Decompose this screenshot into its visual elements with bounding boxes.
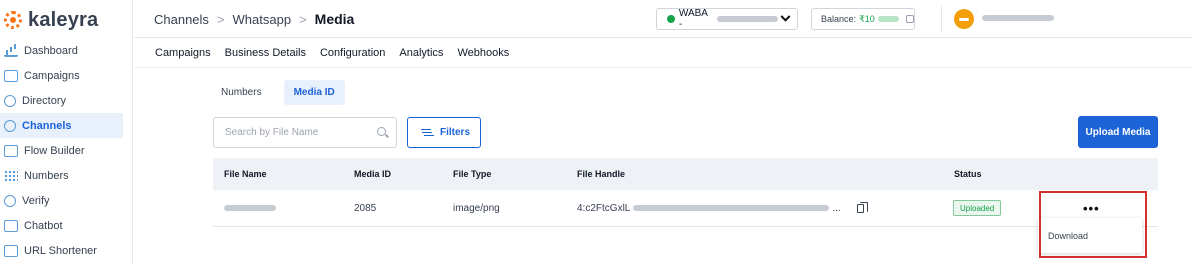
sidebar-item-numbers[interactable]: Numbers	[0, 163, 123, 188]
subnav-configuration[interactable]: Configuration	[320, 47, 385, 59]
search-icon	[377, 127, 386, 136]
column-file-type: File Type	[453, 169, 492, 179]
breadcrumb-separator: >	[216, 11, 225, 27]
breadcrumb-separator: >	[299, 11, 307, 27]
sidebar-item-label: Dashboard	[24, 44, 78, 57]
copy-icon[interactable]	[856, 201, 868, 213]
file-name-cell	[224, 190, 276, 226]
balance-value: ₹10	[859, 13, 875, 24]
redacted-file-handle	[633, 205, 830, 211]
tab-media-id[interactable]: Media ID	[283, 80, 345, 105]
subnav-analytics[interactable]: Analytics	[399, 47, 443, 59]
brand-name: kaleyra	[28, 8, 99, 31]
status-badge: Uploaded	[953, 200, 1002, 216]
redacted-file-name	[224, 205, 276, 211]
tab-numbers[interactable]: Numbers	[211, 80, 272, 105]
chatbot-icon	[4, 219, 18, 232]
dashboard-icon	[4, 45, 18, 57]
filter-icon	[421, 128, 431, 137]
sidebar-nav: Dashboard Campaigns Directory Channels F…	[0, 38, 123, 263]
contact-icon	[4, 94, 16, 107]
header-divider	[941, 6, 942, 32]
avatar[interactable]	[954, 9, 974, 29]
redacted-balance	[877, 16, 900, 22]
link-icon	[4, 244, 18, 257]
table-row: 2085 image/png 4:c2FtcGxlL ... Uploaded …	[213, 190, 1158, 227]
subnav-business-details[interactable]: Business Details	[225, 47, 306, 59]
media-tabs: Numbers Media ID	[211, 80, 345, 105]
subnav-campaigns[interactable]: Campaigns	[155, 47, 211, 59]
breadcrumb-channels[interactable]: Channels	[154, 12, 209, 27]
megaphone-icon	[4, 69, 18, 82]
breadcrumb-whatsapp[interactable]: Whatsapp	[233, 12, 292, 27]
redacted-username[interactable]	[982, 15, 1054, 21]
sidebar-item-label: Channels	[22, 119, 72, 132]
filters-button[interactable]: Filters	[407, 117, 481, 148]
highlight-box	[1039, 191, 1147, 258]
table-header: File Name Media ID File Type File Handle…	[213, 158, 1158, 190]
shield-icon	[4, 194, 16, 207]
waba-label: WABA -	[678, 8, 708, 30]
column-media-id: Media ID	[354, 169, 392, 179]
file-handle-text: 4:c2FtcGxlL	[577, 202, 631, 214]
page-title: Media	[314, 11, 355, 27]
breadcrumb: Channels > Whatsapp > Media	[154, 11, 354, 27]
column-status: Status	[954, 169, 982, 179]
sidebar-item-chatbot[interactable]: Chatbot	[0, 213, 123, 238]
sidebar-item-verify[interactable]: Verify	[0, 188, 123, 213]
sidebar-item-label: Numbers	[24, 169, 69, 182]
sidebar: kaleyra Dashboard Campaigns Directory Ch…	[0, 0, 133, 263]
sidebar-item-directory[interactable]: Directory	[0, 88, 123, 113]
sidebar-item-flow-builder[interactable]: Flow Builder	[0, 138, 123, 163]
waba-selector[interactable]: WABA -	[656, 8, 798, 30]
sidebar-item-url-shortener[interactable]: URL Shortener	[0, 238, 123, 263]
sidebar-item-label: Campaigns	[24, 69, 80, 82]
sidebar-item-label: Verify	[22, 194, 50, 207]
channels-icon	[4, 119, 16, 132]
redacted-waba-name	[717, 16, 779, 22]
dialpad-icon	[4, 169, 18, 182]
subnav-webhooks[interactable]: Webhooks	[457, 47, 509, 59]
status-cell: Uploaded	[953, 190, 1002, 226]
kaleyra-logo-icon	[4, 11, 22, 29]
sidebar-item-label: Chatbot	[24, 219, 63, 232]
refresh-icon[interactable]	[906, 15, 914, 23]
sidebar-item-label: Directory	[22, 94, 67, 107]
balance-display[interactable]: Balance: ₹10	[811, 8, 915, 30]
kaleyra-logo[interactable]: kaleyra	[4, 8, 98, 32]
upload-media-button[interactable]: Upload Media	[1078, 116, 1158, 148]
search-input[interactable]	[213, 117, 397, 148]
media-id-cell: 2085	[354, 202, 377, 214]
file-type-cell: image/png	[453, 202, 500, 214]
whatsapp-icon	[667, 15, 675, 23]
column-file-name: File Name	[224, 169, 267, 179]
filters-label: Filters	[440, 127, 471, 138]
sidebar-item-dashboard[interactable]: Dashboard	[0, 38, 123, 63]
file-handle-ellipsis: ...	[832, 202, 841, 214]
chevron-down-icon	[780, 11, 791, 22]
column-file-handle: File Handle	[577, 169, 626, 179]
sidebar-item-channels[interactable]: Channels	[0, 113, 123, 138]
sidebar-item-campaigns[interactable]: Campaigns	[0, 63, 123, 88]
sidebar-item-label: URL Shortener	[24, 244, 97, 257]
balance-label: Balance:	[821, 14, 857, 24]
channel-subnav: Campaigns Business Details Configuration…	[155, 47, 509, 59]
flow-icon	[4, 144, 18, 157]
subnav-divider	[134, 67, 1192, 68]
sidebar-item-label: Flow Builder	[24, 144, 85, 157]
file-handle-cell: 4:c2FtcGxlL ...	[577, 190, 868, 226]
